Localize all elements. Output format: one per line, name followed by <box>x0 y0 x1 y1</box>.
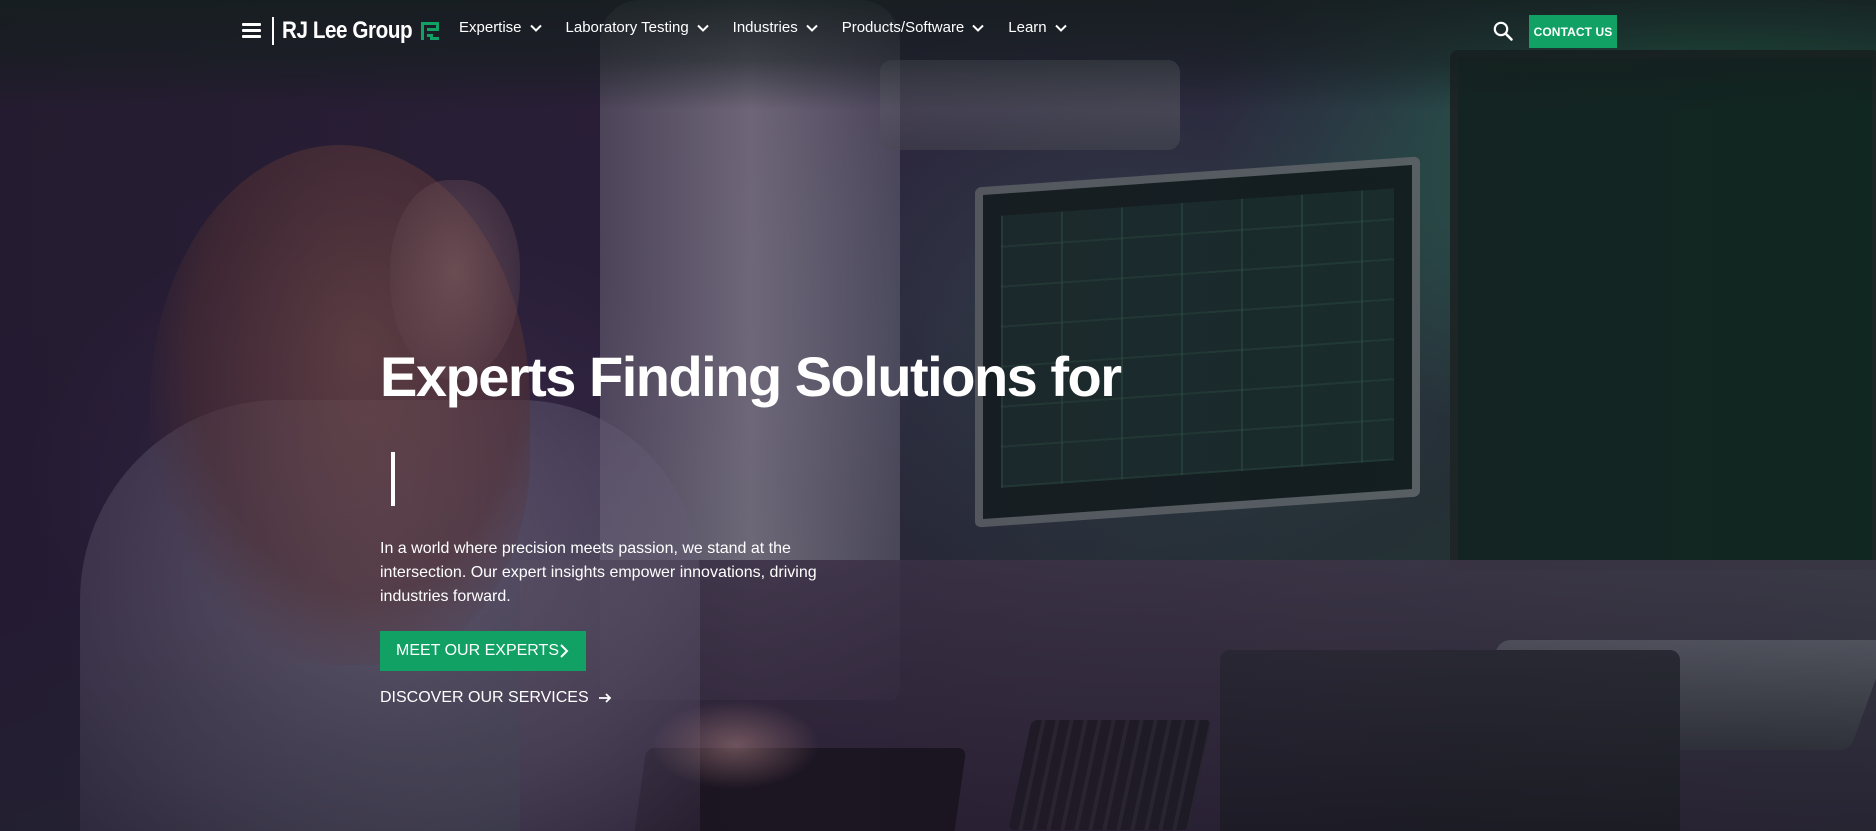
chevron-down-icon <box>529 24 542 32</box>
site-logo[interactable]: RJ Lee Group <box>272 14 441 48</box>
button-label: MEET OUR EXPERTS <box>396 642 559 659</box>
nav-label: Laboratory Testing <box>565 19 689 36</box>
nav-label: Learn <box>1008 19 1047 36</box>
chevron-down-icon <box>1054 24 1067 32</box>
logo-mark-icon <box>421 22 440 40</box>
nav-products-software[interactable]: Products/Software <box>842 19 986 36</box>
logo-divider <box>272 17 274 45</box>
chevron-down-icon <box>972 24 984 32</box>
nav-label: Industries <box>732 19 798 36</box>
nav-industries[interactable]: Industries <box>733 19 819 36</box>
hero-background <box>0 0 1876 831</box>
nav-laboratory-testing[interactable]: Laboratory Testing <box>566 19 710 36</box>
link-label: DISCOVER OUR SERVICES <box>380 689 589 706</box>
typing-cursor <box>391 452 395 506</box>
chevron-down-icon <box>806 24 818 32</box>
discover-our-services-link[interactable]: DISCOVER OUR SERVICES <box>380 689 613 707</box>
contact-us-button[interactable]: CONTACT US <box>1529 15 1617 48</box>
nav-label: Products/Software <box>841 19 965 36</box>
search-icon[interactable] <box>1492 20 1514 42</box>
chevron-right-icon <box>560 644 569 658</box>
nav-label: Expertise <box>459 19 522 36</box>
hero-description: In a world where precision meets passion… <box>380 540 817 605</box>
hero-title: Experts Finding Solutions for <box>380 345 1122 408</box>
site-header: RJ Lee Group Expertise Laboratory Testin… <box>0 0 1876 62</box>
hamburger-menu-icon[interactable] <box>242 21 262 39</box>
meet-our-experts-button[interactable]: MEET OUR EXPERTS <box>380 631 586 671</box>
nav-expertise[interactable]: Expertise <box>459 19 543 36</box>
logo-text: RJ Lee Group <box>282 17 413 44</box>
main-nav: Expertise Laboratory Testing Industries … <box>459 19 1068 36</box>
chevron-down-icon <box>696 24 709 32</box>
hero-overlay <box>0 0 1876 831</box>
nav-learn[interactable]: Learn <box>1008 19 1067 36</box>
arrow-right-icon <box>598 693 611 703</box>
